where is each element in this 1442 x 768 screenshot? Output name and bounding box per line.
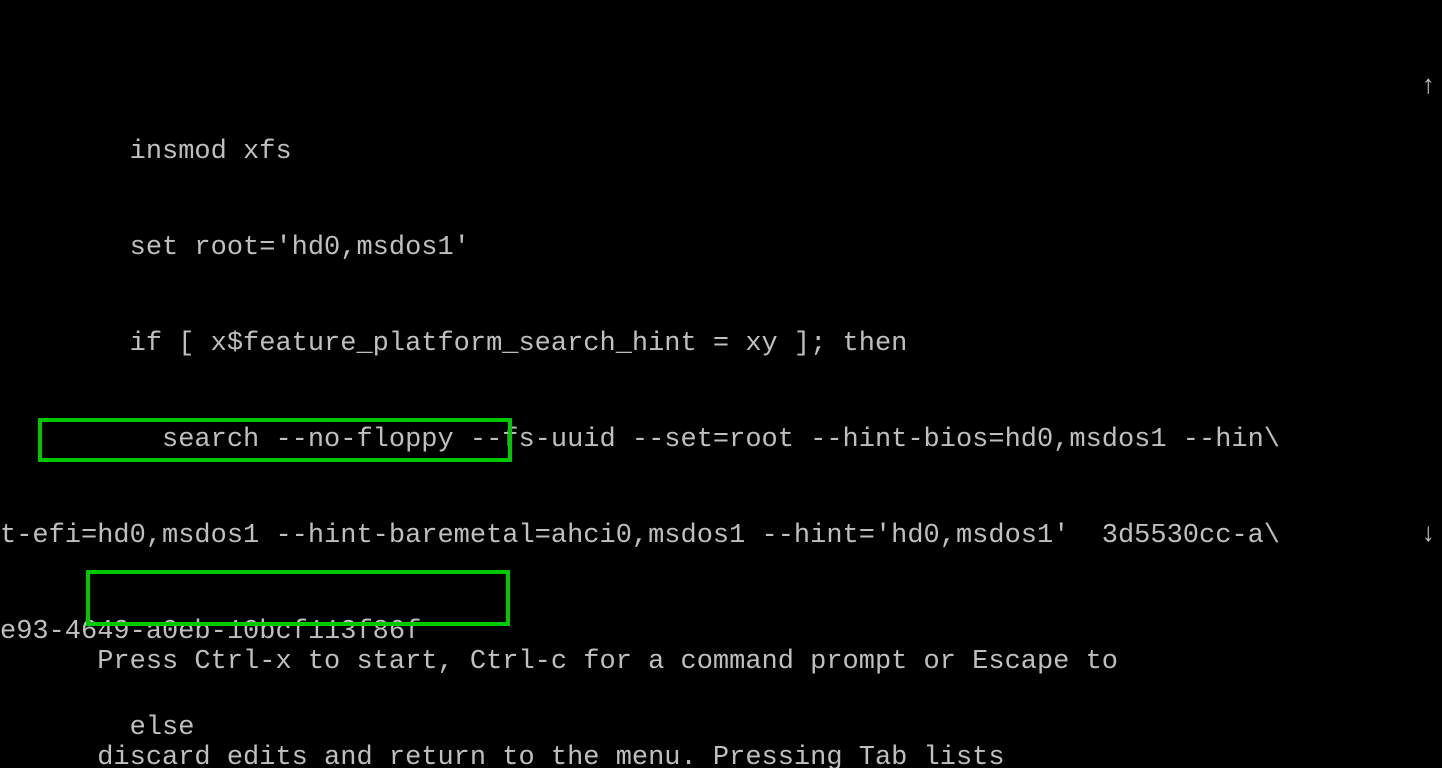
editor-line[interactable]: set root='hd0,msdos1' — [0, 232, 1442, 264]
editor-help-footer: Press Ctrl-x to start, Ctrl-c for a comm… — [0, 582, 1442, 768]
editor-line[interactable]: search --no-floppy --fs-uuid --set=root … — [0, 424, 1442, 456]
grub-editor-screen[interactable]: ↑ ↓ insmod xfs set root='hd0,msdos1' if … — [0, 0, 1442, 768]
editor-line[interactable]: if [ x$feature_platform_search_hint = xy… — [0, 328, 1442, 360]
footer-line: discard edits and return to the menu. Pr… — [0, 742, 1442, 768]
editor-line[interactable]: t-efi=hd0,msdos1 --hint-baremetal=ahci0,… — [0, 520, 1442, 552]
footer-line: Press Ctrl-x to start, Ctrl-c for a comm… — [0, 646, 1442, 678]
editor-line[interactable]: insmod xfs — [0, 136, 1442, 168]
